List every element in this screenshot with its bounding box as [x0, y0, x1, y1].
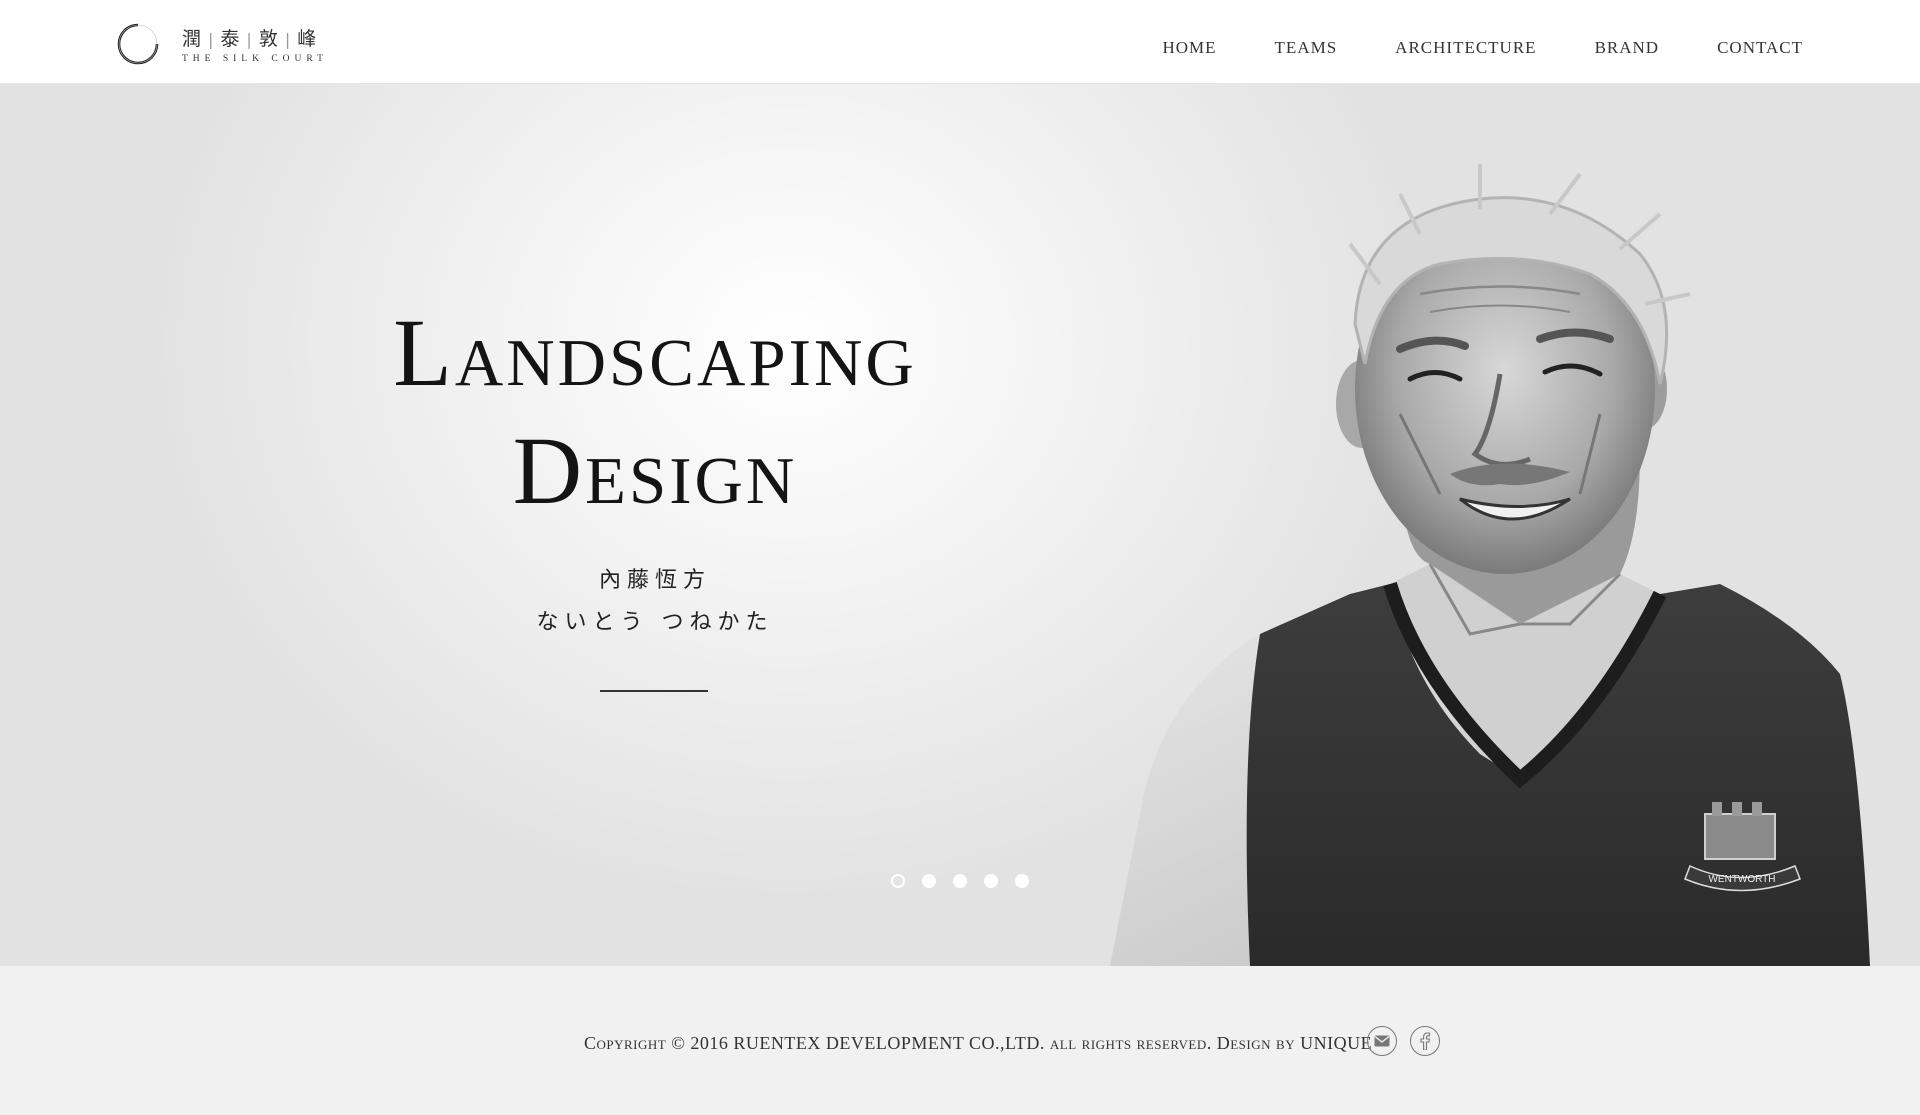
slider-dot-1[interactable]: [891, 874, 905, 888]
logo-chinese-name: 潤 | 泰 | 敦 | 峰: [182, 28, 320, 50]
nav-brand[interactable]: BRAND: [1595, 38, 1660, 58]
hero-title-line-2: Design: [512, 417, 798, 524]
logo-char: 泰: [220, 28, 243, 50]
hero-divider: [600, 690, 708, 692]
designer-name-kana: ないとう つねかた: [536, 610, 774, 635]
logo-char: 峰: [297, 28, 320, 50]
main-nav: HOME TEAMS ARCHITECTURE BRAND CONTACT: [1162, 38, 1803, 58]
designer-portrait: WENTWORTH: [1110, 164, 1870, 966]
copyright-text: Copyright © 2016 RUENTEX DEVELOPMENT CO.…: [584, 1033, 1373, 1053]
logo-wordmark: 潤 | 泰 | 敦 | 峰 The Silk Court: [182, 24, 328, 64]
hero-slider: Landscaping Design 內藤恆方 ないとう つねかた WENTWO…: [0, 84, 1920, 966]
brand-logo[interactable]: 潤 | 泰 | 敦 | 峰 The Silk Court: [116, 22, 328, 65]
facebook-f-glyph: [1420, 1032, 1430, 1050]
designer-name: 內藤恆方 ないとう つねかた: [380, 560, 930, 644]
designer-name-kanji: 內藤恆方: [598, 568, 711, 593]
nav-architecture[interactable]: ARCHITECTURE: [1395, 38, 1536, 58]
slider-dot-4[interactable]: [984, 874, 998, 888]
nav-teams[interactable]: TEAMS: [1275, 38, 1338, 58]
logo-char: 敦: [258, 28, 281, 50]
nav-contact[interactable]: CONTACT: [1717, 38, 1803, 58]
hero-title: Landscaping Design: [280, 294, 1030, 530]
slider-dot-5[interactable]: [1015, 874, 1029, 888]
logo-english-name: The Silk Court: [182, 54, 328, 64]
logo-char: 潤: [182, 28, 205, 50]
hero-title-line-1: Landscaping: [393, 299, 917, 406]
slider-pagination: [891, 874, 1029, 888]
svg-text:WENTWORTH: WENTWORTH: [1708, 874, 1775, 885]
envelope-glyph: [1374, 1035, 1390, 1047]
slider-dot-2[interactable]: [922, 874, 936, 888]
logo-ring-icon: [117, 23, 159, 65]
slider-dot-3[interactable]: [953, 874, 967, 888]
mail-icon[interactable]: [1367, 1026, 1397, 1056]
facebook-icon[interactable]: [1410, 1026, 1440, 1056]
nav-home[interactable]: HOME: [1162, 38, 1216, 58]
site-header: 潤 | 泰 | 敦 | 峰 The Silk Court HOME TEAMS ARCHIT…: [0, 0, 1920, 84]
social-links: [1367, 1026, 1440, 1056]
site-footer: Copyright © 2016 RUENTEX DEVELOPMENT CO.…: [0, 966, 1920, 1115]
